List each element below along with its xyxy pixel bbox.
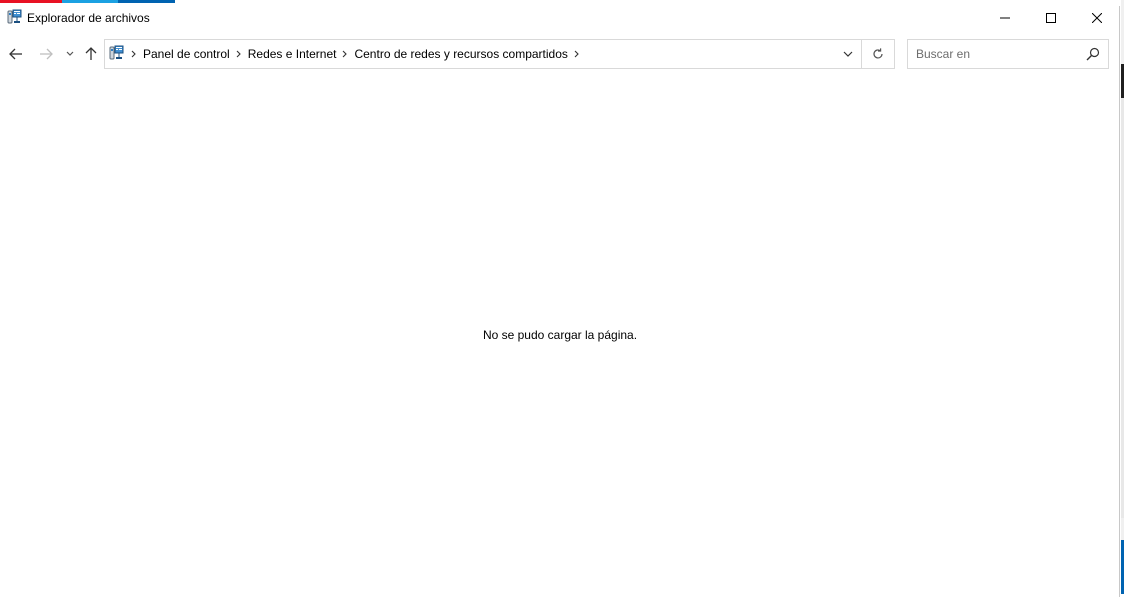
up-button[interactable] <box>80 39 102 69</box>
back-button[interactable] <box>4 39 28 69</box>
control-panel-network-icon[interactable] <box>7 9 23 25</box>
close-icon <box>1092 13 1102 23</box>
window-right-border <box>1119 6 1120 597</box>
address-history-button[interactable] <box>835 40 861 68</box>
maximize-button[interactable] <box>1028 3 1074 33</box>
breadcrumb-separator-icon[interactable] <box>232 40 246 68</box>
search-icon[interactable] <box>1086 47 1100 61</box>
breadcrumb-panel-de-control[interactable]: Panel de control <box>141 47 232 61</box>
arrow-right-icon <box>40 48 53 60</box>
breadcrumb-separator-icon[interactable] <box>127 40 141 68</box>
minimize-icon <box>1000 17 1010 19</box>
refresh-button[interactable] <box>862 39 895 69</box>
address-bar[interactable]: Panel de control Redes e Internet Centro… <box>104 39 862 69</box>
navigation-bar: Panel de control Redes e Internet Centro… <box>0 39 1120 69</box>
minimize-button[interactable] <box>982 3 1028 33</box>
control-panel-network-icon <box>109 45 125 61</box>
error-message: No se pudo cargar la página. <box>482 328 638 342</box>
breadcrumb-redes-e-internet[interactable]: Redes e Internet <box>246 47 339 61</box>
close-button[interactable] <box>1074 3 1120 33</box>
refresh-icon <box>873 48 883 59</box>
search-box[interactable]: Buscar en <box>907 39 1109 69</box>
chevron-down-icon <box>843 51 853 57</box>
window-title: Explorador de archivos <box>27 11 150 25</box>
recent-locations-button[interactable] <box>62 39 78 69</box>
title-bar[interactable]: Explorador de archivos <box>0 3 1120 33</box>
breadcrumb: Panel de control Redes e Internet Centro… <box>127 40 584 68</box>
breadcrumb-separator-icon[interactable] <box>338 40 352 68</box>
arrow-up-icon <box>85 47 97 60</box>
explorer-window: Explorador de archivos Panel de control … <box>0 3 1120 597</box>
arrow-left-icon <box>9 48 22 60</box>
content-area: No se pudo cargar la página. <box>0 75 1120 594</box>
maximize-icon <box>1046 13 1056 23</box>
search-input[interactable]: Buscar en <box>916 47 970 61</box>
breadcrumb-centro-de-redes[interactable]: Centro de redes y recursos compartidos <box>352 47 569 61</box>
breadcrumb-separator-icon[interactable] <box>570 40 584 68</box>
chevron-down-icon <box>66 51 74 56</box>
forward-button[interactable] <box>34 39 58 69</box>
